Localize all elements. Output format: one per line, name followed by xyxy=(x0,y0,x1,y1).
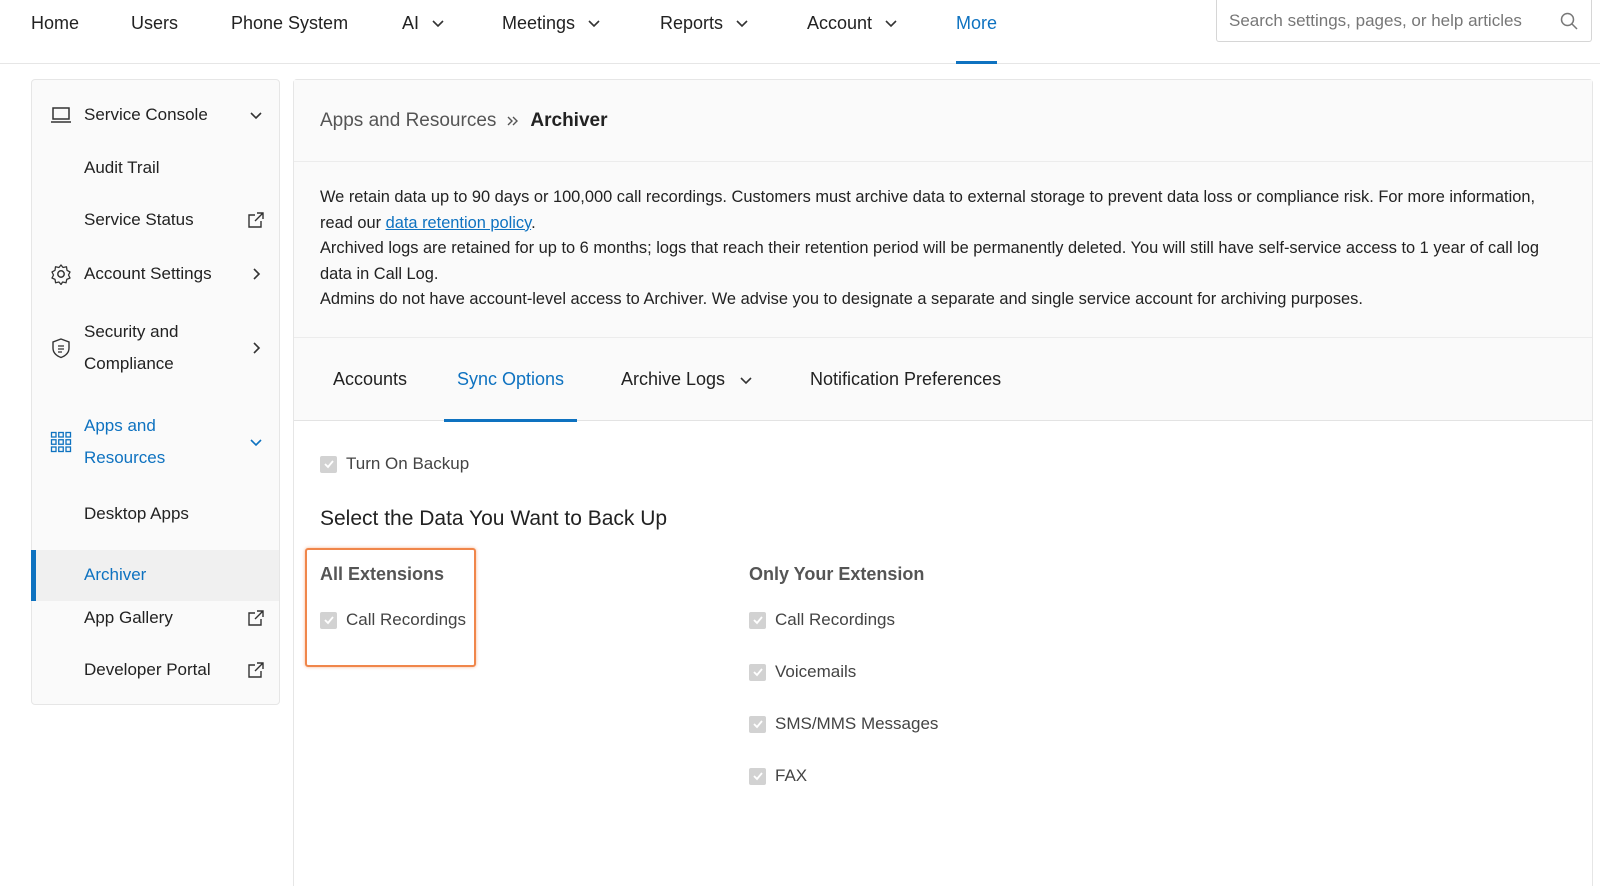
breadcrumb: Apps and Resources Archiver xyxy=(320,80,608,162)
checkbox-checked-icon xyxy=(320,611,337,629)
chevron-right-icon xyxy=(253,342,261,354)
your-ext-sms-mms-checkbox[interactable]: SMS/MMS Messages xyxy=(749,714,938,734)
apps-grid-icon xyxy=(50,431,72,453)
page-header: Apps and Resources Archiver xyxy=(294,80,1592,162)
chevron-down-icon xyxy=(740,376,752,384)
turn-on-backup-checkbox[interactable]: Turn On Backup xyxy=(320,454,469,474)
chevron-down-icon xyxy=(588,20,600,28)
tab-bar: Accounts Sync Options Archive Logs Notif… xyxy=(294,338,1592,422)
all-ext-call-recordings-checkbox[interactable]: Call Recordings xyxy=(320,610,466,630)
sidebar-item-account-settings[interactable]: Account Settings xyxy=(32,258,279,290)
page-title: Archiver xyxy=(530,110,608,131)
external-link-icon xyxy=(248,212,264,228)
sidebar-item-developer-portal[interactable]: Developer Portal xyxy=(32,654,279,686)
double-chevron-right-icon xyxy=(507,116,519,126)
nav-account[interactable]: Account xyxy=(807,0,898,64)
checkbox-checked-icon xyxy=(749,715,766,733)
sidebar-item-app-gallery[interactable]: App Gallery xyxy=(32,602,279,634)
nav-ai[interactable]: AI xyxy=(402,0,445,64)
chevron-down-icon xyxy=(250,112,262,120)
nav-phone-system[interactable]: Phone System xyxy=(231,0,348,64)
sidebar-item-desktop-apps[interactable]: Desktop Apps xyxy=(32,498,279,530)
nav-reports[interactable]: Reports xyxy=(660,0,749,64)
your-ext-call-recordings-checkbox[interactable]: Call Recordings xyxy=(749,610,895,630)
checkbox-checked-icon xyxy=(749,663,766,681)
gear-icon xyxy=(51,264,71,285)
laptop-icon xyxy=(51,107,71,123)
all-extensions-title: All Extensions xyxy=(320,564,445,584)
chevron-down-icon xyxy=(250,439,262,447)
main-panel: Apps and Resources Archiver We retain da… xyxy=(293,79,1593,886)
checkbox-checked-icon xyxy=(320,455,337,473)
sidebar-item-security-compliance[interactable]: Security and Compliance xyxy=(32,316,279,380)
search-icon[interactable] xyxy=(1559,11,1579,31)
top-navigation: Home Users Phone System AI Meetings Repo… xyxy=(0,0,1600,64)
nav-users[interactable]: Users xyxy=(131,0,178,64)
tab-notification-preferences[interactable]: Notification Preferences xyxy=(810,338,1001,421)
checkbox-checked-icon xyxy=(749,767,766,785)
sidebar-item-service-console[interactable]: Service Console xyxy=(32,99,279,131)
search-box xyxy=(1216,0,1592,42)
only-your-extension-title: Only Your Extension xyxy=(749,564,925,584)
tab-sync-options[interactable]: Sync Options xyxy=(443,338,578,422)
sidebar-item-apps-resources[interactable]: Apps and Resources xyxy=(32,410,279,474)
search-input[interactable] xyxy=(1229,10,1559,31)
info-paragraph-retention: We retain data up to 90 days or 100,000 … xyxy=(320,188,1536,232)
data-retention-policy-link[interactable]: data retention policy xyxy=(386,214,531,232)
chevron-right-icon xyxy=(253,268,261,280)
external-link-icon xyxy=(248,662,264,678)
checkbox-checked-icon xyxy=(749,611,766,629)
shield-icon xyxy=(52,338,70,359)
nav-more[interactable]: More xyxy=(956,0,998,64)
sidebar: Service Console Audit Trail Service Stat… xyxy=(31,79,280,705)
breadcrumb-parent-link[interactable]: Apps and Resources xyxy=(320,110,496,132)
tab-archive-logs[interactable]: Archive Logs xyxy=(621,338,753,421)
info-banner: We retain data up to 90 days or 100,000 … xyxy=(294,162,1592,338)
chevron-down-icon xyxy=(432,20,444,28)
tab-accounts[interactable]: Accounts xyxy=(333,338,407,421)
info-paragraph-archived-logs: Archived logs are retained for up to 6 m… xyxy=(320,239,1540,283)
sidebar-item-archiver[interactable]: Archiver xyxy=(31,550,279,601)
your-ext-fax-checkbox[interactable]: FAX xyxy=(749,766,807,786)
sidebar-item-audit-trail[interactable]: Audit Trail xyxy=(32,152,279,184)
external-link-icon xyxy=(248,610,264,626)
chevron-down-icon xyxy=(885,20,897,28)
section-title: Select the Data You Want to Back Up xyxy=(320,507,668,530)
sidebar-item-service-status[interactable]: Service Status xyxy=(32,204,279,236)
nav-home[interactable]: Home xyxy=(31,0,79,64)
info-paragraph-admin-access: Admins do not have account-level access … xyxy=(320,290,1363,308)
your-ext-voicemails-checkbox[interactable]: Voicemails xyxy=(749,662,856,682)
nav-meetings[interactable]: Meetings xyxy=(502,0,601,64)
chevron-down-icon xyxy=(736,20,748,28)
